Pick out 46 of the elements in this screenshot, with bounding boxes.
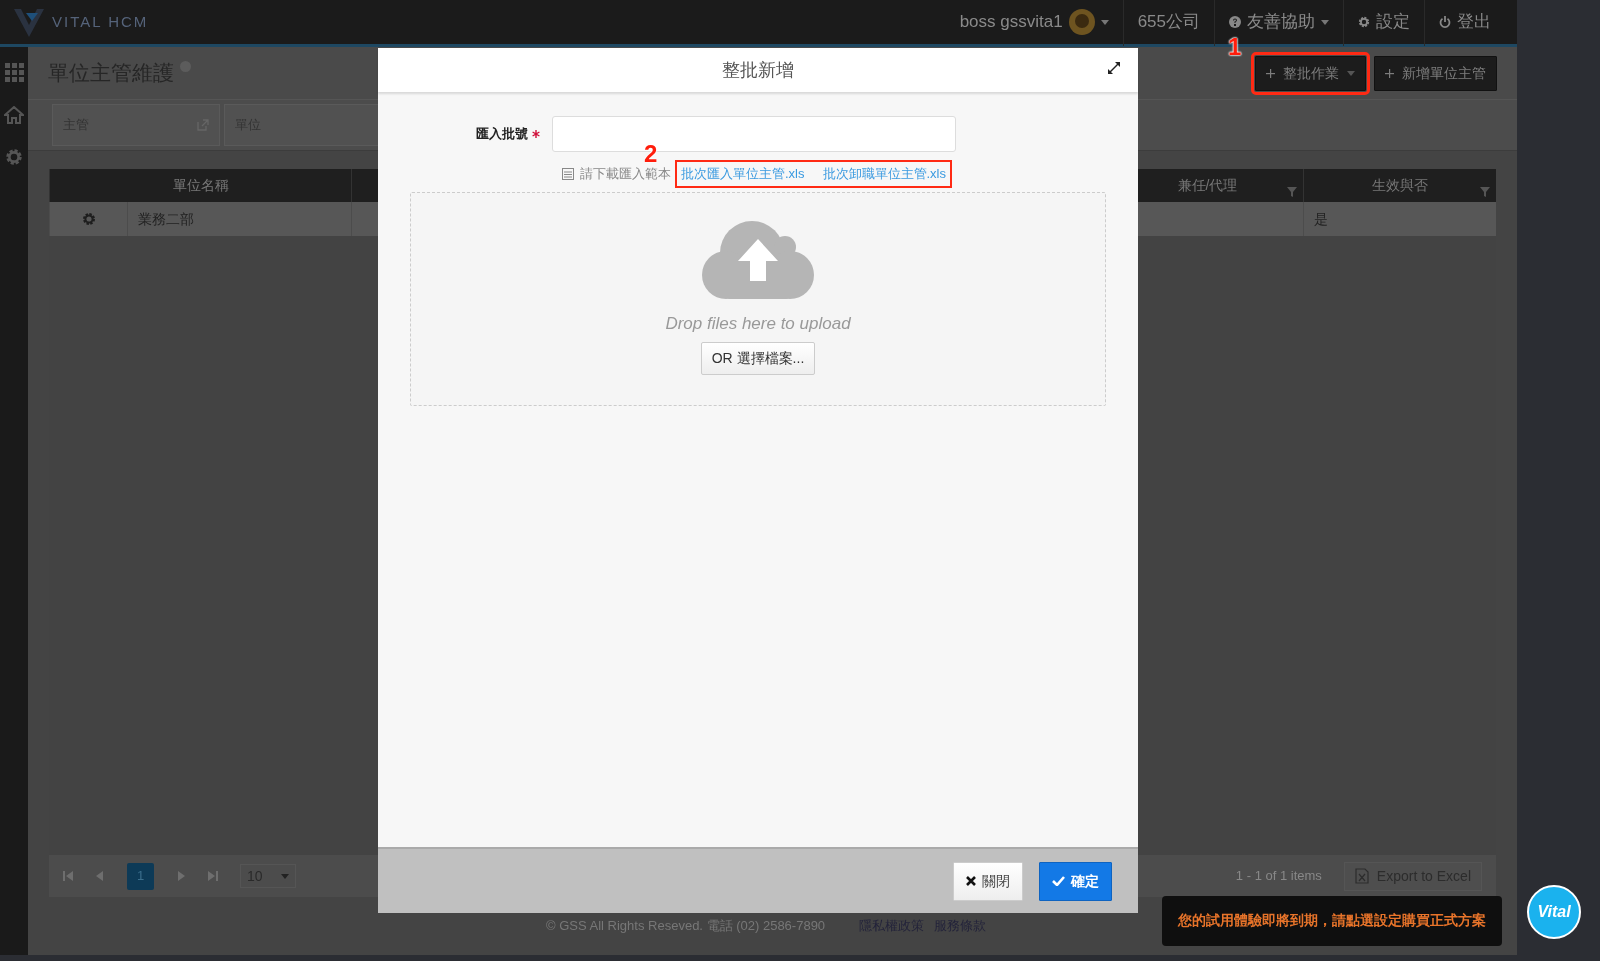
- logo-text: VITAL HCM: [52, 11, 149, 32]
- annotation-number: 1: [1228, 34, 1242, 59]
- filter-icon[interactable]: [1480, 187, 1490, 197]
- caret-icon: [281, 873, 289, 879]
- close-button[interactable]: 關閉: [953, 861, 1023, 901]
- expand-icon[interactable]: [1108, 62, 1120, 74]
- settings-icon[interactable]: [5, 148, 23, 166]
- last-page-icon[interactable]: [208, 871, 218, 881]
- template-link[interactable]: 批次卸職單位主管.xls: [822, 164, 946, 184]
- caret-icon: [1100, 19, 1109, 25]
- gear-icon: [1358, 16, 1370, 28]
- close-icon: [966, 876, 976, 886]
- user-name[interactable]: boss gssvita1: [959, 9, 1063, 35]
- company-name[interactable]: 655公司: [1137, 9, 1200, 35]
- confirm-button[interactable]: 確定: [1039, 861, 1112, 901]
- template-link[interactable]: 批次匯入單位主管.xls: [681, 164, 805, 184]
- trial-notice[interactable]: 您的試用體驗即將到期，請點選設定購買正式方案: [1162, 896, 1502, 946]
- gear-icon[interactable]: [81, 212, 96, 226]
- help-menu[interactable]: 友善協助: [1247, 9, 1315, 35]
- filter-icon[interactable]: [1287, 187, 1297, 197]
- template-prompt: 請下載匯入範本: [580, 165, 671, 183]
- power-icon: [1439, 16, 1451, 28]
- pager-summary: 1 - 1 of 1 items: [1235, 867, 1322, 886]
- caret-icon: [1347, 70, 1355, 76]
- dropzone-area[interactable]: Drop files here to upload OR 選擇檔案...: [410, 191, 1106, 406]
- table-icon: [562, 167, 574, 180]
- settings-link[interactable]: 設定: [1376, 9, 1410, 35]
- check-icon: [1052, 876, 1065, 886]
- dropzone-message: Drop files here to upload: [665, 312, 851, 335]
- plus-icon: [1385, 68, 1394, 78]
- annotation-number: 2: [644, 142, 658, 166]
- logout-link[interactable]: 登出: [1457, 9, 1491, 35]
- field-label: 匯入批號: [475, 125, 529, 144]
- choose-file-button[interactable]: OR 選擇檔案...: [700, 342, 816, 375]
- apps-grid-icon[interactable]: [4, 63, 24, 82]
- next-page-icon[interactable]: [176, 871, 186, 881]
- chat-launcher[interactable]: Vital: [1527, 885, 1581, 939]
- spreadsheet-icon: [1354, 868, 1369, 884]
- add-button[interactable]: 新增單位主管: [1374, 55, 1497, 91]
- avatar-icon[interactable]: [1068, 9, 1095, 35]
- plus-icon: [1266, 68, 1275, 78]
- home-icon[interactable]: [4, 106, 24, 124]
- first-page-icon[interactable]: [63, 871, 73, 881]
- caret-icon: [1321, 19, 1329, 25]
- previous-page-icon[interactable]: [95, 871, 105, 881]
- dialog-title: 整批新增: [722, 58, 794, 82]
